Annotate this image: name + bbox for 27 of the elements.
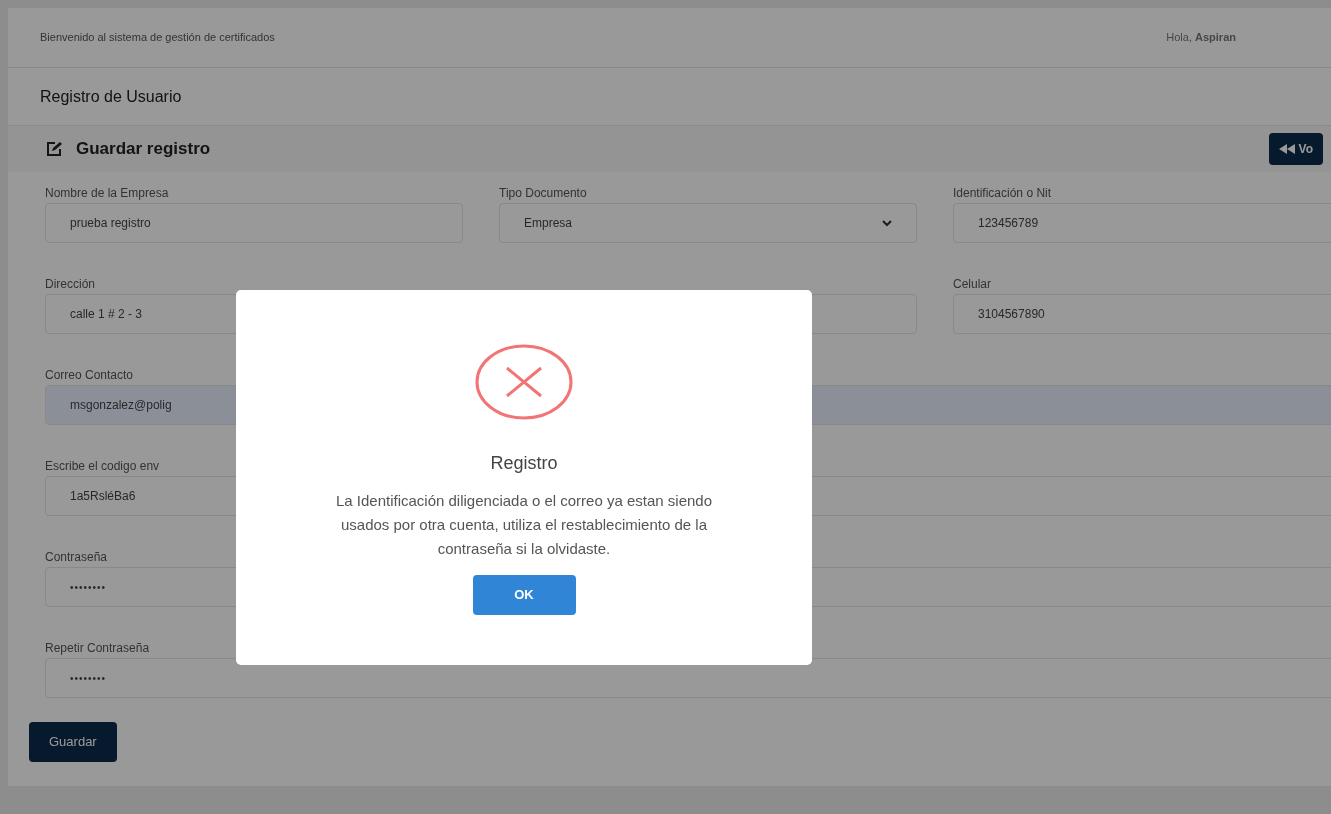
back-button[interactable]: Vo xyxy=(1268,133,1323,165)
field-label: Celular xyxy=(953,276,991,293)
field-label: Nombre de la Empresa xyxy=(45,185,169,202)
edit-icon xyxy=(46,141,64,157)
greeting-text: Hola, Aspiran xyxy=(1166,30,1236,46)
welcome-text: Bienvenido al sistema de gestión de certificados xyxy=(40,30,275,46)
text-field[interactable]: prueba registro xyxy=(45,203,463,243)
error-x-icon xyxy=(475,344,573,420)
rewind-icon xyxy=(1278,144,1295,154)
page-title: Registro de Usuario xyxy=(40,86,182,107)
select-field[interactable]: Empresa xyxy=(499,203,917,243)
field-label: Contraseña xyxy=(45,549,108,566)
field-label: Identificación o Nit xyxy=(953,185,1052,202)
ok-button[interactable]: OK xyxy=(472,575,576,615)
card-title: Guardar registro xyxy=(76,138,211,161)
dialog-title: Registro xyxy=(490,452,558,475)
field-label: Dirección xyxy=(45,276,95,293)
field-label: Escribe el codigo env xyxy=(45,458,160,475)
save-button[interactable]: Guardar xyxy=(29,722,117,762)
text-field[interactable]: 3104567890 xyxy=(953,294,1331,334)
chevron-down-icon xyxy=(882,219,892,227)
field-label: Repetir Contraseña xyxy=(45,640,150,657)
field-label: Tipo Documento xyxy=(499,185,587,202)
field-label: Correo Contacto xyxy=(45,367,134,384)
text-field[interactable]: 123456789 xyxy=(953,203,1331,243)
dialog-message: La Identificación diligenciada o el correo ya estan siendo usados por otra cuenta, utiliza el restablecimiento de la contraseña si la olvidaste. xyxy=(334,491,714,559)
password-field[interactable]: •••••••• xyxy=(45,658,1331,698)
